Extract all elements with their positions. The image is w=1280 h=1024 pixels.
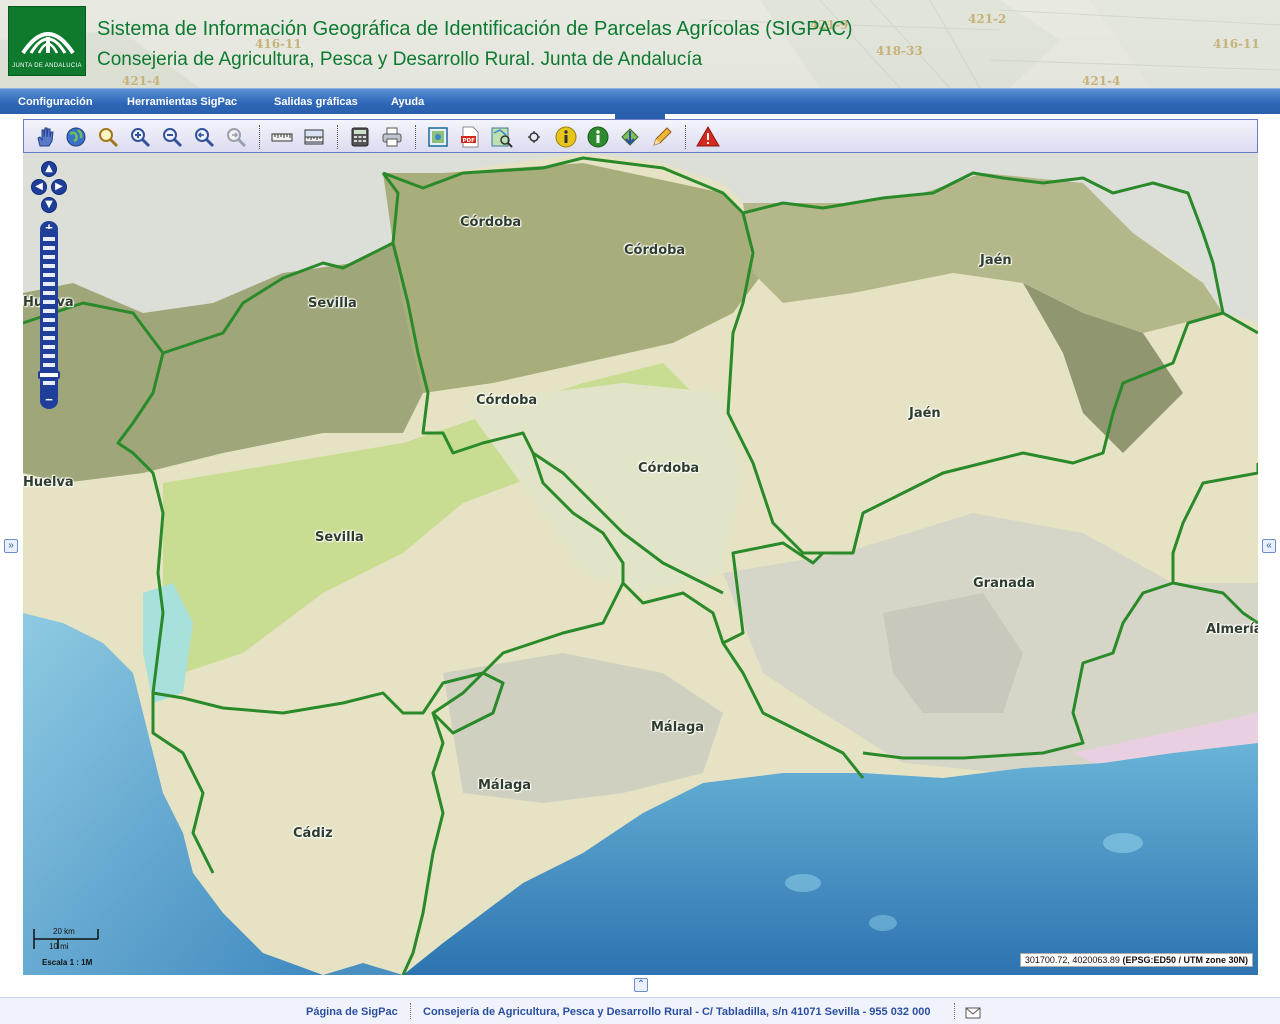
location-icon[interactable] [522,125,546,149]
warning-icon[interactable] [696,125,720,149]
scale-bar: 20 km 10 mi Escala 1 : 1M [33,925,123,971]
label-jaen: Jaén [980,253,1012,268]
label-sevilla: Sevilla [308,296,357,311]
label-jaen: Jaén [909,406,941,421]
zoom-minus-button[interactable]: − [40,393,58,409]
label-cordoba: Córdoba [476,393,538,408]
logo-emblem-icon [21,32,75,55]
sigpac-page-link[interactable]: Página de SigPac [306,1006,398,1018]
info-detail-icon[interactable] [586,125,610,149]
zoom-out-icon[interactable] [160,125,184,149]
label-granada: Granada [973,576,1035,591]
hand-pan-icon[interactable] [33,125,57,149]
globe-icon[interactable] [64,125,88,149]
logo-text: JUNTA DE ANDALUCIA [12,63,82,69]
label-cadiz: Cádiz [293,826,333,841]
pan-left-icon[interactable]: ◀ [31,179,47,195]
zoom-slider-handle[interactable] [38,371,60,379]
print-icon[interactable] [380,125,404,149]
app-subtitle: Consejeria de Agricultura, Pesca y Desar… [97,49,703,70]
coordinates-crs: EPSG:ED50 [1125,955,1176,965]
coordinates-value: 301700.72, 4020063.89 [1024,955,1120,965]
scale-mi: 10 mi [49,942,69,951]
footer-address: Consejería de Agricultura, Pesca y Desar… [423,1006,931,1018]
menu-herramientas-sigpac[interactable]: Herramientas SigPac [127,96,237,108]
pan-right-icon[interactable]: ▶ [51,179,67,195]
coordinates-zone: UTM zone 30N [1183,955,1245,965]
pdf-icon[interactable]: PDF [458,125,482,149]
zoom-search-icon[interactable] [96,125,120,149]
coordinates-readout: 301700.72, 4020063.89 (EPSG:ED50 / UTM z… [1019,953,1253,967]
zoom-in-icon[interactable] [128,125,152,149]
header-bg-number: 421-2 [968,12,1007,26]
junta-andalucia-logo: JUNTA DE ANDALUCIA [8,6,86,76]
pan-zoom-control: ▲ ◀ ▶ ▼ + − [31,161,67,421]
label-sevilla: Sevilla [315,530,364,545]
label-malaga: Málaga [478,778,532,793]
zoom-previous-icon[interactable] [192,125,216,149]
label-cordoba: Córdoba [638,461,700,476]
measure-area-icon[interactable] [302,125,326,149]
zoom-next-icon[interactable] [224,125,248,149]
coordinates-paren-close: ) [1245,955,1248,965]
menu-configuracion[interactable]: Configuración [18,96,93,108]
pan-down-icon[interactable]: ▼ [41,197,57,213]
toolbar-separator [337,125,339,149]
header-bg-number: 421-4 [1082,74,1121,88]
svg-text:PDF: PDF [463,138,476,144]
header: 416-11 418-33 421-2 421-9 416-11 421-4 4… [0,0,1280,88]
footer: Página de SigPac Consejería de Agricultu… [0,997,1280,1024]
mail-icon[interactable] [965,1007,981,1019]
pan-up-icon[interactable]: ▲ [41,161,57,177]
label-cordoba: Córdoba [624,243,686,258]
footer-separator [954,1003,955,1019]
app-title: Sistema de Información Geográfica de Ide… [97,18,853,40]
info-icon[interactable] [554,125,578,149]
label-cordoba: Córdoba [460,215,522,230]
image-export-icon[interactable] [426,125,450,149]
label-huelva: Huelva [23,475,74,490]
map-viewport[interactable]: Córdoba Córdoba Jaén Sevilla Huelva Córd… [23,153,1258,975]
expand-left-panel-icon[interactable]: » [4,539,18,553]
toolbar-separator [685,125,687,149]
main-menu-bar: Configuración Herramientas SigPac Salida… [0,88,1280,114]
layers-swap-icon[interactable] [618,125,642,149]
map-toolbar: PDF [23,119,1258,153]
menu-ayuda[interactable]: Ayuda [391,96,424,108]
header-bg-number: 418-33 [876,44,923,58]
toolbar-separator [415,125,417,149]
calculator-icon[interactable] [348,125,372,149]
header-bg-number: 421-4 [122,74,161,88]
toolbar-separator [259,125,261,149]
label-malaga: Málaga [651,720,705,735]
map-canvas [23,153,1258,975]
search-map-icon[interactable] [490,125,514,149]
expand-bottom-panel-icon[interactable]: ⌃ [634,978,648,992]
measure-distance-icon[interactable] [270,125,294,149]
edit-pencil-icon[interactable] [650,125,674,149]
scale-ratio: Escala 1 : 1M [42,958,93,967]
expand-right-panel-icon[interactable]: « [1262,539,1276,553]
label-almeria: Almería [1206,622,1258,637]
footer-separator [410,1003,411,1019]
menu-salidas-graficas[interactable]: Salidas gráficas [274,96,358,108]
header-bg-number: 416-11 [1213,37,1260,51]
